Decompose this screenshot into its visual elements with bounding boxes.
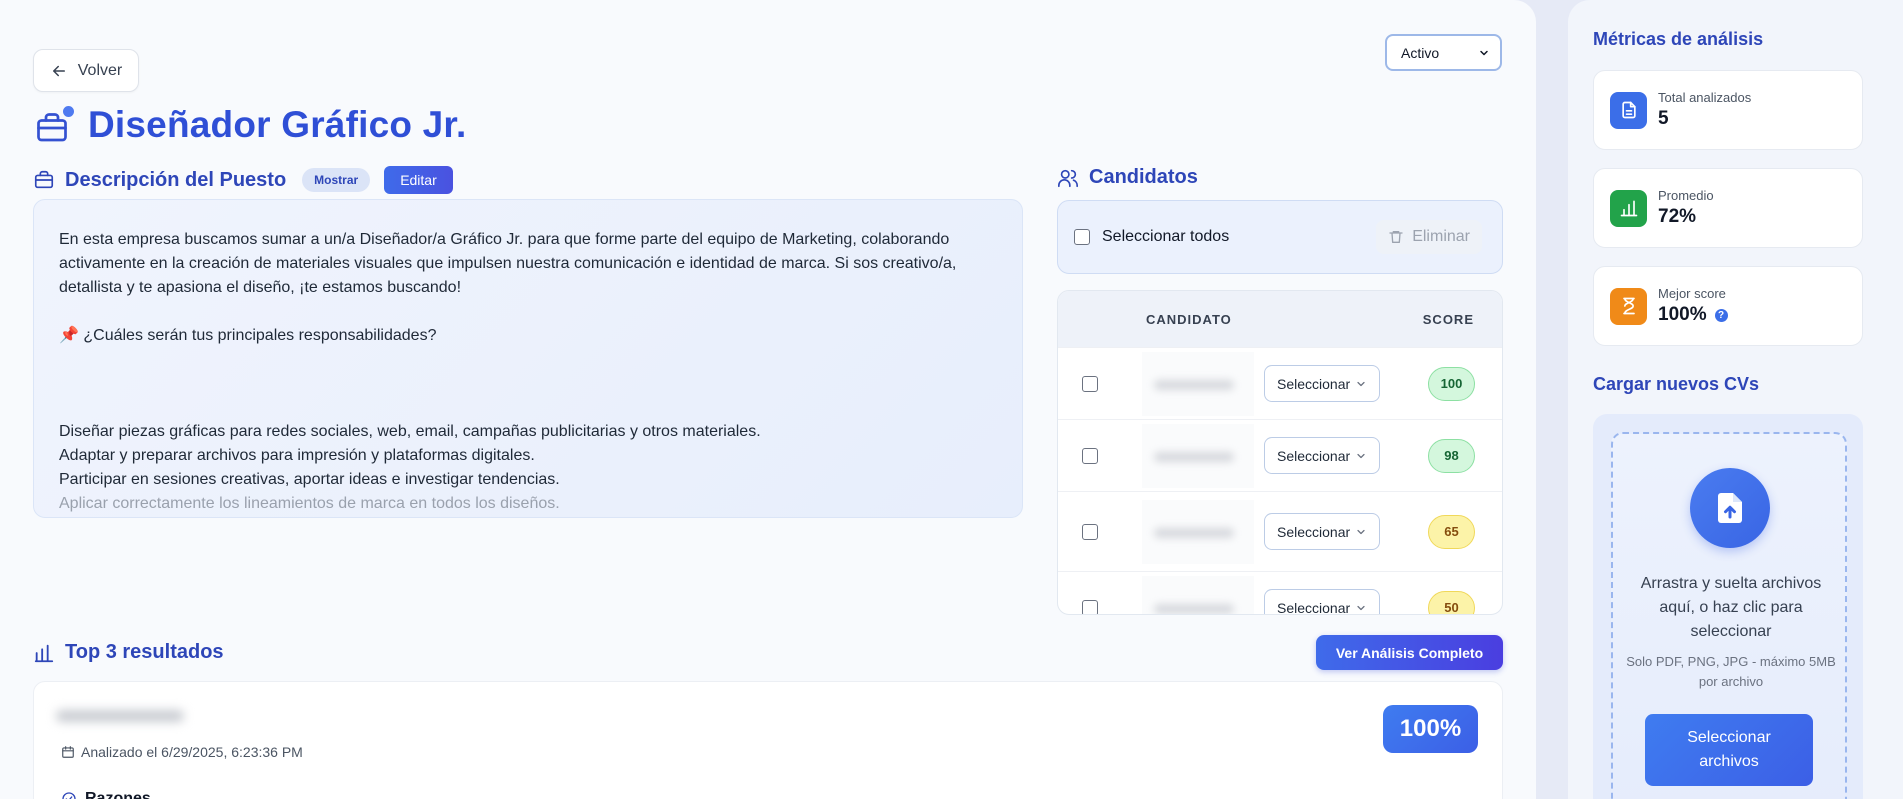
check-circle-icon — [62, 792, 76, 799]
select-files-button[interactable]: Seleccionar archivos — [1645, 714, 1813, 786]
status-dropdown[interactable]: Seleccionar — [1264, 513, 1380, 550]
description-line: Diseñar piezas gráficas para redes socia… — [59, 423, 761, 440]
delete-button[interactable]: Eliminar — [1376, 220, 1482, 254]
briefcase-small-icon — [34, 170, 54, 189]
trash-icon — [1389, 231, 1403, 243]
document-icon — [1610, 91, 1647, 129]
metric-value: 72% — [1658, 206, 1697, 227]
file-upload-icon — [1690, 468, 1770, 548]
candidate-name-redacted — [56, 704, 184, 726]
metric-card-best: Mejor score 100% ? — [1593, 266, 1863, 346]
back-label: Volver — [77, 61, 123, 79]
edit-button[interactable]: Editar — [384, 166, 453, 194]
page-title: Diseñador Gráfico Jr. — [88, 104, 467, 145]
back-button[interactable]: Volver — [33, 49, 139, 92]
score-badge: 100 — [1428, 366, 1475, 401]
row-checkbox[interactable] — [1082, 375, 1098, 392]
hourglass-icon — [1610, 287, 1647, 325]
reasons-heading: Razones — [61, 790, 151, 799]
description-line: Aplicar correctamente los lineamientos d… — [59, 495, 560, 512]
chevron-down-icon — [1357, 605, 1365, 610]
score-badge: 98 — [1428, 438, 1475, 473]
candidate-name-redacted — [1142, 575, 1254, 614]
chevron-down-icon — [1357, 529, 1365, 534]
description-header: Descripción del Puesto Mostrar Editar — [33, 166, 453, 194]
pin-icon: 📌 — [59, 327, 79, 344]
row-checkbox[interactable] — [1082, 599, 1098, 614]
row-checkbox[interactable] — [1082, 523, 1098, 540]
metrics-title: Métricas de análisis — [1593, 29, 1764, 49]
select-all-bar: Seleccionar todos Eliminar — [1057, 200, 1503, 274]
chevron-down-icon — [1357, 453, 1365, 458]
candidates-title: Candidatos — [1089, 166, 1198, 188]
candidate-name-redacted — [1142, 423, 1254, 488]
help-icon[interactable]: ? — [1714, 308, 1728, 322]
dropzone-hint: Solo PDF, PNG, JPG - máximo 5MB por arch… — [1626, 654, 1836, 689]
main-panel: Volver Activo Diseñador Gráfico Jr. Desc… — [0, 0, 1536, 799]
table-row[interactable]: Seleccionar 50 — [1058, 571, 1502, 614]
candidate-name-redacted — [1142, 499, 1254, 564]
column-candidate: CANDIDATO — [1146, 311, 1232, 327]
view-full-analysis-button[interactable]: Ver Análisis Completo — [1316, 635, 1503, 670]
chevron-down-icon — [1480, 50, 1488, 55]
table-row[interactable]: Seleccionar 100 — [1058, 347, 1502, 419]
title-row: Diseñador Gráfico Jr. — [34, 104, 466, 146]
metric-value: 5 — [1658, 108, 1669, 129]
select-all-checkbox[interactable] — [1074, 229, 1090, 245]
dropzone[interactable]: Arrastra y suelta archivos aquí, o haz c… — [1611, 432, 1847, 799]
description-intro: En esta empresa buscamos sumar a un/a Di… — [59, 231, 957, 296]
column-score: SCORE — [1422, 311, 1474, 327]
job-description: En esta empresa buscamos sumar a un/a Di… — [33, 199, 1023, 518]
metric-label: Mejor score — [1658, 286, 1726, 301]
status-select[interactable]: Activo — [1385, 34, 1502, 71]
candidates-header: Candidatos — [1057, 166, 1198, 189]
description-title: Descripción del Puesto — [65, 168, 287, 191]
candidates-table: CANDIDATO SCORE Seleccionar 100 Seleccio… — [1057, 290, 1503, 615]
metric-card-total: Total analizados 5 — [1593, 70, 1863, 150]
metric-card-average: Promedio 72% — [1593, 168, 1863, 248]
bar-chart-icon — [1610, 189, 1647, 227]
upload-title: Cargar nuevos CVs — [1593, 374, 1760, 394]
dropzone-text: Arrastra y suelta archivos aquí, o haz c… — [1640, 575, 1822, 640]
status-selected-value: Activo — [1401, 44, 1440, 61]
right-panel: Métricas de análisis Total analizados 5 … — [1568, 0, 1903, 799]
delete-label: Eliminar — [1412, 228, 1470, 245]
show-toggle-button[interactable]: Mostrar — [302, 168, 371, 192]
metric-value: 100% ? — [1658, 304, 1728, 326]
status-dropdown[interactable]: Seleccionar — [1264, 437, 1380, 474]
responsibilities-heading: 📌 ¿Cuáles serán tus principales responsa… — [59, 327, 437, 344]
metric-label: Promedio — [1658, 188, 1714, 203]
select-all-label: Seleccionar todos — [1102, 228, 1230, 245]
users-icon — [1058, 169, 1078, 187]
score-badge: 50 — [1428, 590, 1475, 614]
table-row[interactable]: Seleccionar 65 — [1058, 491, 1502, 571]
briefcase-icon — [34, 104, 76, 146]
upload-panel: Arrastra y suelta archivos aquí, o haz c… — [1593, 414, 1863, 799]
top3-title: Top 3 resultados — [65, 641, 224, 663]
score-badge: 65 — [1428, 514, 1475, 549]
status-dropdown[interactable]: Seleccionar — [1264, 589, 1380, 614]
calendar-icon — [62, 746, 74, 758]
description-line: Adaptar y preparar archivos para impresi… — [59, 447, 535, 464]
chevron-down-icon — [1357, 381, 1365, 386]
description-line: Participar en sesiones creativas, aporta… — [59, 471, 560, 488]
candidate-name-redacted — [1142, 351, 1254, 416]
status-dropdown[interactable]: Seleccionar — [1264, 365, 1380, 402]
table-header: CANDIDATO SCORE — [1058, 291, 1502, 347]
top-result-card[interactable]: Analizado el 6/29/2025, 6:23:36 PM Razon… — [33, 681, 1503, 799]
row-checkbox[interactable] — [1082, 447, 1098, 464]
metric-label: Total analizados — [1658, 90, 1752, 105]
table-row[interactable]: Seleccionar 98 — [1058, 419, 1502, 491]
score-percent-badge: 100% — [1383, 705, 1478, 753]
bar-chart-icon — [34, 644, 54, 662]
top3-header: Top 3 resultados — [33, 641, 224, 664]
analyzed-date: Analizado el 6/29/2025, 6:23:36 PM — [61, 744, 303, 760]
arrow-left-icon — [52, 65, 65, 76]
